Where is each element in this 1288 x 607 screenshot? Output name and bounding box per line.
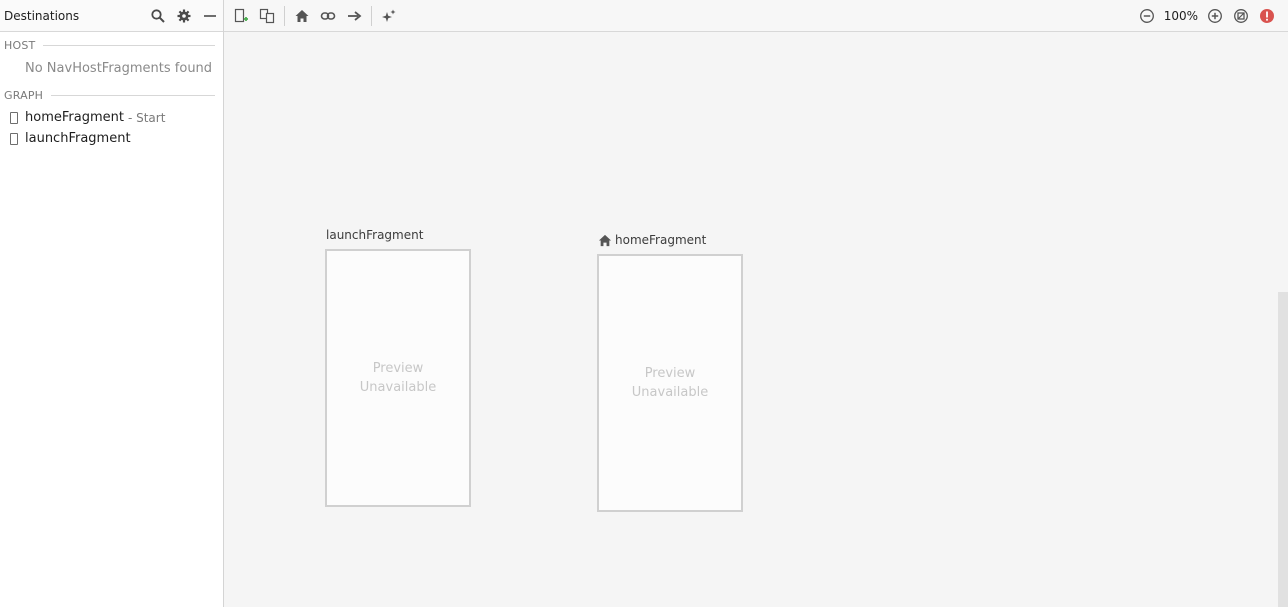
section-divider (43, 44, 215, 46)
assign-start-icon[interactable] (289, 3, 315, 29)
zoom-controls: 100% (1134, 3, 1280, 29)
start-suffix: - Start (127, 110, 166, 125)
fragment-icon (10, 111, 18, 124)
fragment-label-text: homeFragment (615, 233, 707, 247)
preview-unavailable-text: Preview Unavailable (359, 361, 437, 395)
fragment-label-homefragment[interactable]: homeFragment (598, 233, 706, 247)
fragment-label-text: launchFragment (326, 228, 424, 242)
destination-item-homefragment[interactable]: homeFragment - Start (0, 107, 223, 128)
preview-unavailable-text: Preview Unavailable (631, 366, 709, 400)
section-divider (51, 94, 215, 96)
graph-toolbar: 100% (224, 0, 1288, 32)
toolbar-separator (284, 5, 285, 26)
gear-icon[interactable] (175, 7, 193, 25)
zoom-out-icon[interactable] (1134, 3, 1160, 29)
graph-label-text: GRAPH (4, 88, 44, 102)
destination-name: homeFragment (25, 110, 124, 125)
fragment-card-launchfragment[interactable]: Preview Unavailable (325, 249, 471, 507)
destination-item-launchfragment[interactable]: launchFragment (0, 128, 223, 149)
zoom-in-icon[interactable] (1202, 3, 1228, 29)
no-navhost-message: No NavHostFragments found (25, 61, 213, 76)
nested-graph-icon[interactable] (254, 3, 280, 29)
auto-arrange-icon[interactable] (376, 3, 402, 29)
minimize-icon[interactable] (201, 7, 219, 25)
new-destination-icon[interactable] (228, 3, 254, 29)
vertical-scrollbar[interactable] (1278, 292, 1288, 607)
host-label-text: HOST (4, 38, 36, 52)
graph-section-label: GRAPH (0, 88, 223, 102)
panel-title: Destinations (4, 8, 80, 23)
toolbar-separator (371, 5, 372, 26)
destination-name: launchFragment (25, 131, 131, 146)
add-action-icon[interactable] (341, 3, 367, 29)
search-icon[interactable] (149, 7, 167, 25)
fragment-label-launchfragment[interactable]: launchFragment (326, 228, 423, 242)
fragment-card-homefragment[interactable]: Preview Unavailable (597, 254, 743, 512)
error-icon[interactable] (1254, 3, 1280, 29)
zoom-fit-icon[interactable] (1228, 3, 1254, 29)
start-destination-home-icon (598, 234, 612, 246)
fragment-icon (10, 132, 18, 145)
zoom-level: 100% (1163, 9, 1198, 23)
deep-link-icon[interactable] (315, 3, 341, 29)
destinations-panel-header: Destinations (0, 0, 223, 32)
graph-canvas[interactable]: launchFragment Preview Unavailable homeF… (224, 32, 1288, 607)
destination-list: homeFragment - Start launchFragment (0, 107, 223, 149)
destinations-panel: Destinations HOST No NavHostFragments fo… (0, 0, 224, 607)
host-section-label: HOST (0, 38, 223, 52)
